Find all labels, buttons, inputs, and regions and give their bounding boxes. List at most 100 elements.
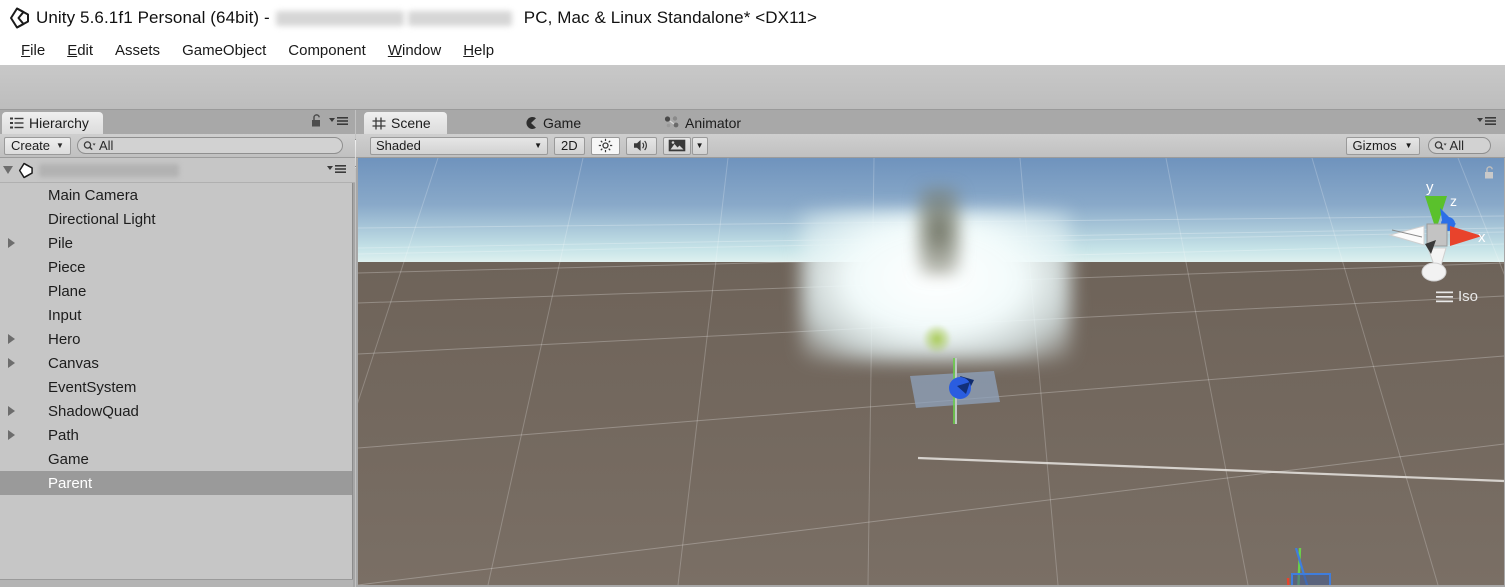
- scene-viewport[interactable]: y z x Iso: [358, 158, 1504, 585]
- light-gizmo-icon: [924, 326, 950, 352]
- menu-file[interactable]: File: [10, 40, 56, 61]
- menu-window[interactable]: Window: [377, 40, 452, 61]
- chevron-down-icon: ▼: [1404, 141, 1413, 150]
- hierarchy-horizontal-scrollbar[interactable]: [0, 579, 353, 587]
- toggle-effects-button[interactable]: [662, 136, 691, 155]
- padlock-open-icon[interactable]: [311, 114, 323, 128]
- menu-gameobject[interactable]: GameObject: [171, 40, 277, 61]
- unity-scene-icon: [16, 161, 35, 180]
- expand-twisty-icon[interactable]: [8, 238, 15, 248]
- hierarchy-item-shadowquad[interactable]: ShadowQuad: [0, 399, 352, 423]
- hierarchy-item-parent[interactable]: Parent: [0, 471, 352, 495]
- chevron-down-icon: ▼: [56, 141, 64, 150]
- mode-2d-label: 2D: [561, 138, 578, 153]
- hierarchy-item-directional-light[interactable]: Directional Light: [0, 207, 352, 231]
- menu-bar: File Edit Assets GameObject Component Wi…: [0, 36, 1505, 65]
- draw-mode-label: Shaded: [376, 138, 421, 153]
- tab-animator[interactable]: Animator: [656, 112, 757, 134]
- hierarchy-item-input[interactable]: Input: [0, 303, 352, 327]
- axis-label-x: x: [1478, 229, 1486, 246]
- redacted-project-name: [275, 10, 404, 26]
- selection-plane-gizmo: [910, 358, 1000, 424]
- create-button[interactable]: Create ▼: [4, 136, 71, 155]
- hierarchy-icon: [10, 117, 24, 129]
- sun-icon: [598, 138, 612, 153]
- hierarchy-item-piece[interactable]: Piece: [0, 255, 352, 279]
- hierarchy-scene-row[interactable]: [0, 158, 355, 183]
- hierarchy-toolbar: Create ▼ All: [0, 134, 355, 158]
- menu-edit[interactable]: Edit: [56, 40, 104, 61]
- hierarchy-item-label: Canvas: [48, 354, 99, 372]
- menu-help[interactable]: Help: [452, 40, 505, 61]
- hierarchy-item-label: Pile: [48, 234, 74, 252]
- image-effects-icon: [668, 139, 685, 152]
- hierarchy-item-label: Hero: [48, 330, 81, 348]
- hierarchy-item-label: EventSystem: [48, 378, 137, 396]
- scene-tabbar: Scene Game Animator: [356, 110, 1505, 134]
- tab-scene[interactable]: Scene: [364, 112, 447, 134]
- viewport-lock-icon[interactable]: [1484, 166, 1496, 180]
- hierarchy-item-label: ShadowQuad: [48, 402, 139, 420]
- scene-expand-twisty-icon[interactable]: [3, 166, 13, 174]
- hierarchy-search-value: All: [98, 138, 114, 153]
- window-title-prefix: Unity 5.6.1f1 Personal (64bit) -: [36, 8, 270, 27]
- scene-panel: Scene Game Animator Shaded ▼ 2D ▼ Gizmos…: [356, 110, 1505, 587]
- scene-grid-icon: [372, 117, 386, 129]
- hierarchy-item-main-camera[interactable]: Main Camera: [0, 183, 352, 207]
- redacted-scene-label: [39, 163, 179, 177]
- hierarchy-item-label: Main Camera: [48, 186, 139, 204]
- scene-search-input[interactable]: All: [1427, 137, 1491, 154]
- orientation-label: Iso: [1457, 288, 1478, 305]
- expand-twisty-icon[interactable]: [8, 334, 15, 344]
- toggle-2d-button[interactable]: 2D: [554, 136, 585, 155]
- unity-logo-icon: [6, 5, 32, 31]
- hierarchy-search-input[interactable]: All: [76, 137, 343, 154]
- hierarchy-item-label: Directional Light: [48, 210, 156, 228]
- scene-toolbar: Shaded ▼ 2D ▼ Gizmos ▼ All: [356, 134, 1505, 158]
- axis-label-y: y: [1426, 179, 1434, 196]
- tab-animator-label: Animator: [685, 115, 742, 131]
- scene-search-value: All: [1449, 138, 1464, 153]
- scene-panel-menu-icon[interactable]: [1477, 116, 1497, 128]
- hierarchy-list[interactable]: Main Camera Directional Light Pile Piece Pla…: [0, 183, 353, 583]
- menu-component[interactable]: Component: [277, 40, 377, 61]
- gizmos-label: Gizmos: [1352, 138, 1397, 153]
- hierarchy-item-label: Plane: [48, 282, 87, 300]
- tab-hierarchy[interactable]: Hierarchy: [2, 112, 103, 134]
- chevron-down-icon: ▼: [695, 141, 704, 150]
- panel-menu-icon[interactable]: [329, 116, 349, 128]
- hierarchy-item-plane[interactable]: Plane: [0, 279, 352, 303]
- expand-twisty-icon[interactable]: [8, 406, 15, 416]
- effects-dropdown-button[interactable]: ▼: [691, 136, 708, 155]
- search-icon: [83, 140, 96, 150]
- main-toolbar: Center Global: [0, 65, 1505, 169]
- tab-game[interactable]: Game: [516, 112, 597, 134]
- expand-twisty-icon[interactable]: [8, 358, 15, 368]
- title-bar: Unity 5.6.1f1 Personal (64bit) - PC, Mac…: [0, 0, 1505, 36]
- gizmos-dropdown[interactable]: Gizmos ▼: [1345, 136, 1420, 155]
- hierarchy-item-pile[interactable]: Pile: [0, 231, 352, 255]
- toggle-lighting-button[interactable]: [590, 136, 620, 155]
- hierarchy-item-canvas[interactable]: Canvas: [0, 351, 352, 375]
- blurred-scene-object-secondary: [916, 186, 962, 276]
- menu-assets[interactable]: Assets: [104, 40, 171, 61]
- create-label: Create: [11, 138, 51, 153]
- scene-row-menu-icon[interactable]: [327, 164, 347, 176]
- expand-twisty-icon[interactable]: [8, 430, 15, 440]
- hierarchy-item-label: Parent: [48, 474, 93, 492]
- chevron-down-icon: ▼: [534, 141, 542, 150]
- hierarchy-item-hero[interactable]: Hero: [0, 327, 352, 351]
- hierarchy-item-game[interactable]: Game: [0, 447, 352, 471]
- hierarchy-item-label: Game: [48, 450, 89, 468]
- scene-orientation-label-group[interactable]: Iso: [1435, 288, 1478, 305]
- axis-label-z: z: [1450, 193, 1457, 209]
- unity-editor-window: Unity 5.6.1f1 Personal (64bit) - PC, Mac…: [0, 0, 1505, 587]
- hierarchy-item-path[interactable]: Path: [0, 423, 352, 447]
- move-gizmo[interactable]: [1238, 548, 1478, 585]
- redacted-scene-name: [407, 10, 512, 26]
- hierarchy-item-eventsystem[interactable]: EventSystem: [0, 375, 352, 399]
- tab-game-label: Game: [543, 115, 582, 131]
- window-title-suffix: PC, Mac & Linux Standalone* <DX11>: [523, 8, 817, 27]
- toggle-audio-button[interactable]: [625, 136, 657, 155]
- draw-mode-dropdown[interactable]: Shaded ▼: [370, 136, 548, 155]
